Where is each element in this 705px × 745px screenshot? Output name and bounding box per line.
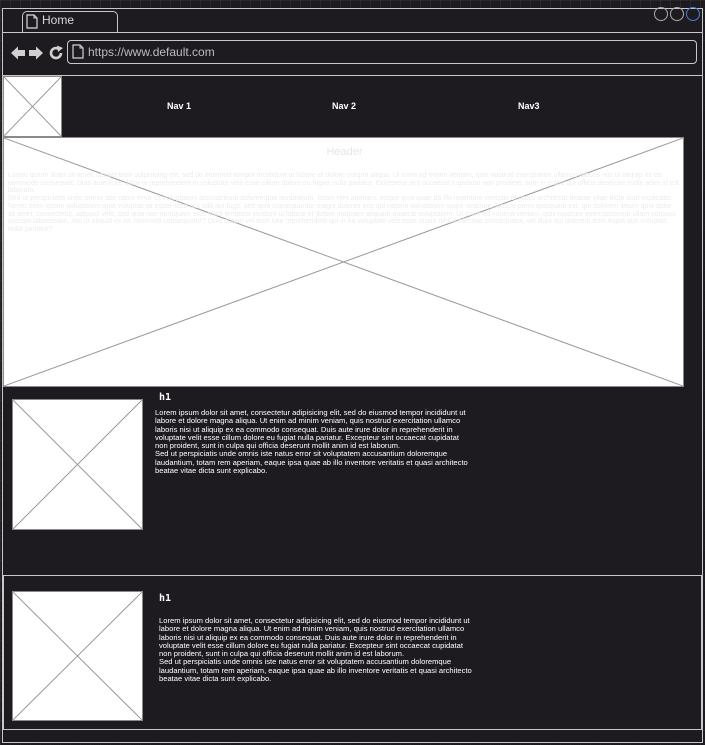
toolbar-divider bbox=[3, 75, 702, 76]
hero-text: Lorem ipsum dolor sit amet, consectetur … bbox=[8, 172, 680, 234]
forward-arrow-icon[interactable] bbox=[28, 45, 44, 61]
section-heading: h1 bbox=[159, 593, 172, 604]
hero-banner: Header Lorem ipsum dolor sit amet, conse… bbox=[3, 137, 684, 387]
nav-item-2[interactable]: Nav 2 bbox=[332, 101, 356, 111]
back-arrow-icon[interactable] bbox=[10, 45, 26, 61]
hero-paragraph: Lorem ipsum dolor sit amet, consectetur … bbox=[8, 172, 680, 195]
tab-label: Home bbox=[42, 13, 75, 27]
nav-item-1[interactable]: Nav 1 bbox=[167, 101, 191, 111]
logo-placeholder bbox=[3, 76, 62, 137]
window-control-icon[interactable] bbox=[686, 7, 700, 21]
section-heading: h1 bbox=[159, 392, 172, 403]
section-image-placeholder bbox=[12, 399, 143, 530]
nav-item-3[interactable]: Nav3 bbox=[518, 101, 540, 111]
image-placeholder-icon bbox=[13, 400, 142, 529]
section-paragraph: Lorem ipsum dolor sit amet, consectetur … bbox=[159, 616, 470, 659]
page-icon bbox=[26, 14, 38, 29]
section-paragraph: Sed ut perspiciatis unde omnis iste natu… bbox=[155, 449, 468, 476]
tab-bar-divider bbox=[3, 32, 702, 33]
window-control-icon[interactable] bbox=[654, 7, 668, 21]
window-control-icon[interactable] bbox=[670, 7, 684, 21]
image-placeholder-icon bbox=[4, 77, 61, 136]
section-paragraph: Sed ut perspiciatis unde omnis iste natu… bbox=[159, 657, 472, 684]
image-placeholder-icon bbox=[13, 592, 142, 720]
section-image-placeholder bbox=[12, 591, 143, 721]
page-icon bbox=[72, 44, 84, 59]
section-paragraph: Lorem ipsum dolor sit amet, consectetur … bbox=[155, 408, 466, 451]
section-body: Lorem ipsum dolor sit amet, consectetur … bbox=[155, 408, 471, 476]
section-body: Lorem ipsum dolor sit amet, consectetur … bbox=[159, 616, 475, 684]
hero-title: Header bbox=[326, 146, 363, 158]
reload-icon[interactable] bbox=[48, 45, 64, 61]
url-text: https://www.default.com bbox=[88, 45, 215, 59]
hero-paragraph: Sed ut perspiciatis unde omnis iste natu… bbox=[8, 195, 677, 233]
